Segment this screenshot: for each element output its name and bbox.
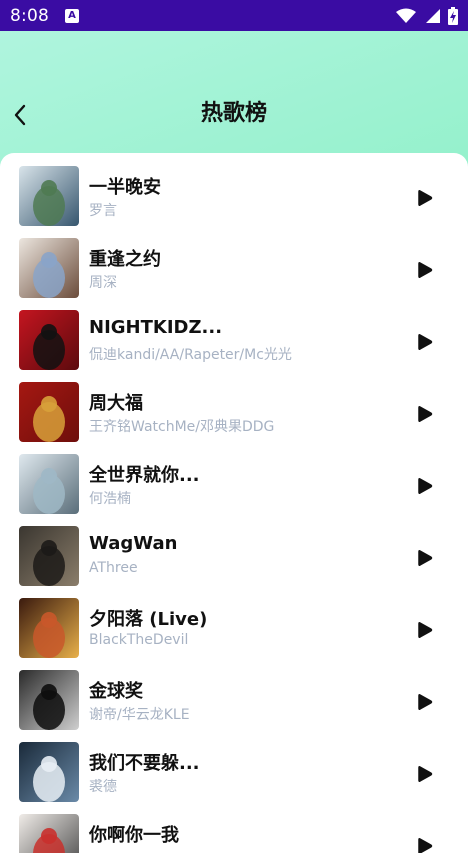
song-artist: BlackTheDevil	[89, 632, 189, 648]
album-cover	[19, 814, 79, 853]
song-title: 我们不要躲...	[89, 753, 200, 774]
song-row[interactable]: 夕阳落 (Live) BlackTheDevil	[0, 598, 468, 670]
song-artist: 侃迪kandi/AA/Rapeter/Mc光光	[89, 347, 292, 363]
album-cover	[19, 598, 79, 658]
play-button[interactable]	[412, 401, 438, 427]
play-button[interactable]	[412, 689, 438, 715]
play-button[interactable]	[412, 185, 438, 211]
song-title: 全世界就你...	[89, 465, 200, 486]
song-artist: 何浩楠	[89, 491, 131, 507]
play-icon	[418, 765, 433, 783]
play-button[interactable]	[412, 761, 438, 787]
wifi-icon	[396, 8, 416, 23]
play-icon	[418, 621, 433, 639]
song-row[interactable]: 金球奖谢帝/华云龙KLE	[0, 670, 468, 742]
song-artist: AThree	[89, 560, 138, 576]
play-icon	[418, 549, 433, 567]
play-icon	[418, 189, 433, 207]
play-icon	[418, 477, 433, 495]
song-artist: 裘德	[89, 779, 117, 795]
album-cover	[19, 238, 79, 298]
song-artist: 罗言	[89, 203, 117, 219]
play-button[interactable]	[412, 473, 438, 499]
song-title: NIGHTKIDZ...	[89, 317, 223, 338]
song-artist: 王齐铭WatchMe/邓典果DDG	[89, 419, 275, 435]
status-bar: 8:08 A	[0, 0, 468, 31]
album-cover	[19, 454, 79, 514]
play-button[interactable]	[412, 833, 438, 853]
song-row[interactable]: 重逢之约 周深	[0, 238, 468, 310]
song-artist: 谢帝/华云龙KLE	[89, 707, 190, 723]
page-title: 热歌榜	[200, 101, 267, 126]
song-title: 你啊你一我	[89, 825, 179, 846]
song-title: 周大福	[89, 393, 143, 414]
play-icon	[418, 261, 433, 279]
song-row[interactable]: 我们不要躲... 裘德	[0, 742, 468, 814]
song-list: 一半晚安罗言重逢之约周深 NIGHTKIDZ... 侃迪kandi/AA/Rapet…	[0, 166, 468, 853]
album-cover	[19, 670, 79, 730]
notification-a-icon: A	[64, 8, 79, 23]
album-cover	[19, 526, 79, 586]
song-title: 一半晚安	[89, 177, 161, 198]
status-left: 8:08 A	[10, 6, 79, 26]
play-icon	[418, 405, 433, 423]
album-cover	[19, 382, 79, 442]
header: 热歌榜	[0, 31, 468, 151]
battery-charging-icon	[448, 6, 458, 25]
play-button[interactable]	[412, 545, 438, 571]
song-row[interactable]: 全世界就你... 何浩楠	[0, 454, 468, 526]
song-row[interactable]: 周大福王齐铭WatchMe/邓典果DDG	[0, 382, 468, 454]
song-row[interactable]: 一半晚安 罗言	[0, 166, 468, 238]
song-row[interactable]: 你啊你一我	[0, 814, 468, 853]
song-title: WagWan	[89, 533, 178, 554]
play-icon	[418, 333, 433, 351]
play-icon	[418, 837, 433, 853]
play-icon	[418, 693, 433, 711]
album-cover	[19, 310, 79, 370]
song-title: 重逢之约	[89, 249, 161, 270]
song-artist: 周深	[89, 275, 117, 291]
cell-signal-icon	[426, 8, 440, 23]
song-title: 金球奖	[89, 681, 143, 702]
song-list-card: 一半晚安罗言重逢之约周深 NIGHTKIDZ... 侃迪kandi/AA/Rapet…	[0, 153, 468, 853]
song-row[interactable]: WagWan AThree	[0, 526, 468, 598]
song-row[interactable]: NIGHTKIDZ... 侃迪kandi/AA/Rapeter/Mc光光	[0, 310, 468, 382]
status-time: 8:08	[10, 5, 49, 26]
play-button[interactable]	[412, 617, 438, 643]
play-button[interactable]	[412, 257, 438, 283]
album-cover	[19, 166, 79, 226]
status-icons	[396, 6, 458, 25]
album-cover	[19, 742, 79, 802]
song-title: 夕阳落 (Live)	[89, 609, 208, 630]
play-button[interactable]	[412, 329, 438, 355]
